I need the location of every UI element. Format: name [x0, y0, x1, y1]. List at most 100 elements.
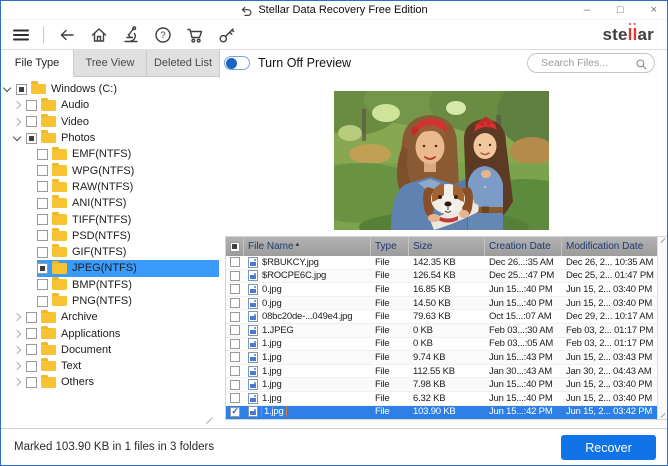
chevron-down-icon[interactable] [3, 83, 11, 91]
tree-checkbox[interactable] [16, 84, 27, 95]
row-checkbox[interactable] [230, 257, 240, 267]
recover-button[interactable]: Recover [561, 435, 656, 460]
table-row[interactable]: 0.jpgFile14.50 KBJun 15...:40 PMJun 15, … [226, 297, 657, 311]
chevron-right-icon[interactable] [13, 329, 21, 337]
tree-item[interactable]: BMP(NTFS) [1, 277, 219, 293]
tree-checkbox[interactable] [26, 377, 37, 388]
tree-item[interactable]: Audio [1, 97, 219, 113]
chevron-right-icon[interactable] [13, 346, 21, 354]
row-checkbox[interactable] [230, 352, 240, 362]
chevron-down-icon[interactable] [13, 132, 21, 140]
header-size[interactable]: Size [409, 237, 485, 256]
table-row[interactable]: 08bc20de-...049e4.jpgFile79.63 KBOct 15.… [226, 310, 657, 324]
table-row[interactable]: 1.jpgFile6.32 KBJun 15...:40 PMJun 15, 2… [226, 392, 657, 406]
table-row[interactable]: 1.JPEGFile0 KBFeb 03...:30 AMFeb 03, 2..… [226, 324, 657, 338]
tree-item[interactable]: EMF(NTFS) [1, 146, 219, 162]
tree-checkbox[interactable] [37, 296, 48, 307]
cart-icon[interactable] [184, 24, 205, 45]
help-icon[interactable]: ? [152, 24, 173, 45]
menu-icon[interactable] [10, 24, 31, 45]
row-checkbox[interactable] [230, 284, 240, 294]
header-type[interactable]: Type [371, 237, 409, 256]
chevron-right-icon[interactable] [13, 117, 21, 125]
table-row[interactable]: ✓1.jpgFile103.90 KBJun 15...:42 PMJun 15… [226, 406, 657, 420]
row-checkbox[interactable] [230, 298, 240, 308]
tree-checkbox[interactable] [26, 312, 37, 323]
tree-checkbox[interactable] [37, 181, 48, 192]
tree-item[interactable]: PSD(NTFS) [1, 228, 219, 244]
header-modification-date[interactable]: Modification Date [562, 237, 657, 256]
tree-item[interactable]: Archive [1, 309, 219, 325]
tree-item[interactable]: Document [1, 342, 219, 358]
tree-item[interactable]: Others [1, 374, 219, 390]
tree-checkbox[interactable] [37, 263, 48, 274]
tree-checkbox[interactable] [37, 165, 48, 176]
activation-key-icon[interactable] [216, 24, 237, 45]
tree-item[interactable]: Video [1, 114, 219, 130]
row-checkbox[interactable] [230, 366, 240, 376]
tree-item[interactable]: JPEG(NTFS) [1, 260, 219, 276]
tree-checkbox[interactable] [26, 100, 37, 111]
file-type: File [371, 311, 409, 322]
chevron-right-icon[interactable] [13, 101, 21, 109]
tree-item[interactable]: Photos [1, 130, 219, 146]
header-creation-date[interactable]: Creation Date [485, 237, 562, 256]
table-row[interactable]: 1.jpgFile0 KBFeb 03...:05 AMFeb 03, 2...… [226, 338, 657, 352]
row-checkbox[interactable] [230, 393, 240, 403]
search-box[interactable] [527, 53, 655, 73]
tree-checkbox[interactable] [26, 133, 37, 144]
tree-item[interactable]: PNG(NTFS) [1, 293, 219, 309]
folder-icon [52, 247, 67, 258]
tab-file-type[interactable]: File Type [1, 50, 74, 77]
table-row[interactable]: 1.jpgFile7.98 KBJun 15...:40 PMJun 15, 2… [226, 378, 657, 392]
row-checkbox[interactable]: ✓ [230, 407, 240, 417]
row-checkbox[interactable] [230, 271, 240, 281]
tree-checkbox[interactable] [26, 344, 37, 355]
tree-checkbox[interactable] [26, 116, 37, 127]
tree-checkbox[interactable] [26, 328, 37, 339]
tree-item[interactable]: Applications [1, 325, 219, 341]
table-row[interactable]: $ROCPE6C.jpgFile126.54 KBDec 25...:47 PM… [226, 270, 657, 284]
folder-icon [52, 182, 67, 193]
minimize-button[interactable]: – [584, 1, 590, 20]
tree-item[interactable]: RAW(NTFS) [1, 179, 219, 195]
tree-item[interactable]: Text [1, 358, 219, 374]
tree-checkbox[interactable] [37, 149, 48, 160]
row-checkbox[interactable] [230, 339, 240, 349]
creation-date: Jan 30...:43 AM [485, 366, 562, 377]
row-checkbox[interactable] [230, 325, 240, 335]
tree-item[interactable]: ANI(NTFS) [1, 195, 219, 211]
table-row[interactable]: 1.jpgFile9.74 KBJun 15...:43 PMJun 15, 2… [226, 351, 657, 365]
tree-checkbox[interactable] [37, 198, 48, 209]
row-checkbox[interactable] [230, 312, 240, 322]
tree-checkbox[interactable] [37, 214, 48, 225]
modification-date: Jun 15, 2... 03:40 PM [562, 284, 657, 295]
header-file-name[interactable]: File Name▴ [244, 237, 371, 256]
tree-checkbox[interactable] [37, 247, 48, 258]
home-icon[interactable] [88, 24, 109, 45]
tree-item[interactable]: WPG(NTFS) [1, 162, 219, 178]
tree-item[interactable]: Windows (C:) [1, 81, 219, 97]
close-button[interactable]: × [651, 1, 657, 20]
chevron-right-icon[interactable] [13, 313, 21, 321]
tree-checkbox[interactable] [26, 361, 37, 372]
chevron-right-icon[interactable] [13, 378, 21, 386]
tree-item[interactable]: GIF(NTFS) [1, 244, 219, 260]
tab-deleted-list[interactable]: Deleted List [147, 50, 220, 77]
table-row[interactable]: 0.jpgFile16.85 KBJun 15...:40 PMJun 15, … [226, 283, 657, 297]
table-row[interactable]: 1.jpgFile112.55 KBJan 30...:43 AMJan 30,… [226, 365, 657, 379]
tree-checkbox[interactable] [37, 230, 48, 241]
select-all-checkbox[interactable] [230, 242, 240, 252]
table-scrollbar[interactable] [657, 237, 667, 419]
table-row[interactable]: $RBUKCY.jpgFile142.35 KBDec 26...:35 AMD… [226, 256, 657, 270]
tree-item[interactable]: TIFF(NTFS) [1, 211, 219, 227]
tab-tree-view[interactable]: Tree View [74, 50, 147, 77]
chevron-right-icon[interactable] [13, 362, 21, 370]
row-checkbox[interactable] [230, 380, 240, 390]
back-icon[interactable] [56, 24, 77, 45]
monitor-drive-icon[interactable] [120, 24, 141, 45]
maximize-button[interactable]: □ [617, 1, 624, 20]
file-name: 1.jpg [262, 352, 282, 363]
tree-checkbox[interactable] [37, 279, 48, 290]
preview-toggle[interactable] [224, 56, 250, 70]
